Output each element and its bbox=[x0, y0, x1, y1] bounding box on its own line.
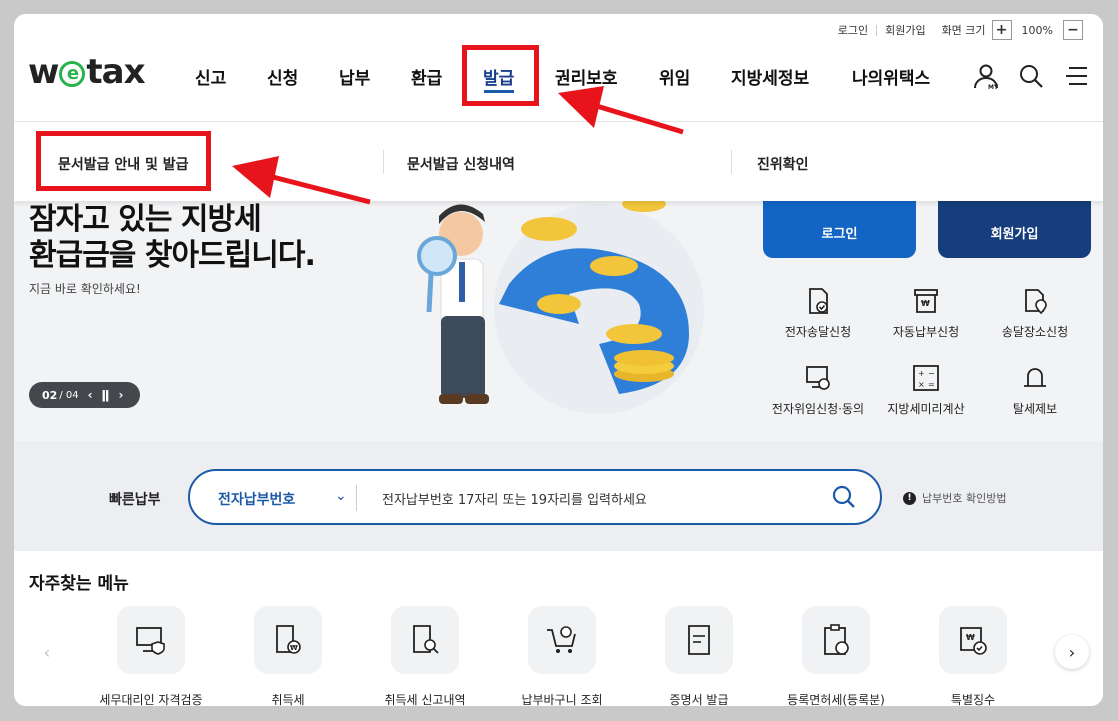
quick-pay-label: 빠른납부 bbox=[109, 492, 161, 508]
hero-subtitle: 지금 바로 확인하세요! bbox=[29, 282, 141, 296]
annotation-box-nav bbox=[462, 45, 539, 106]
quick-label: 송달장소신청 bbox=[1001, 325, 1069, 339]
nav-item-local-tax-info[interactable]: 지방세정보 bbox=[731, 64, 809, 89]
clipboard-won-icon bbox=[824, 624, 849, 655]
document-check-icon bbox=[809, 288, 828, 314]
quick-tax-evasion-report[interactable]: 탈세제보 bbox=[980, 364, 1090, 417]
quick-label: 자동납부신청 bbox=[892, 325, 960, 339]
login-button[interactable]: 로그인 bbox=[763, 201, 916, 258]
quick-label: 탈세제보 bbox=[1012, 402, 1058, 416]
help-text: 납부번호 확인방법 bbox=[922, 492, 1007, 505]
divider bbox=[356, 485, 357, 511]
zoom-label: 화면 크기 bbox=[941, 24, 986, 37]
next-slide-icon[interactable]: › bbox=[118, 388, 123, 402]
hero-title-line2: 환급금을 찾아드립니다. bbox=[29, 238, 316, 273]
nav-item-my-wetax[interactable]: 나의위택스 bbox=[852, 64, 930, 89]
fav-item[interactable]: 세무대리인 자격검증 bbox=[81, 606, 221, 706]
favorites-title: 자주찾는 메뉴 bbox=[29, 574, 129, 594]
submenu-issue-history[interactable]: 문서발급 신청내역 bbox=[407, 154, 515, 174]
fav-label: 납부바구니 조회 bbox=[521, 693, 603, 706]
favorites-prev-icon[interactable]: ‹ bbox=[30, 635, 64, 669]
info-icon: ! bbox=[903, 491, 916, 505]
search-icon[interactable] bbox=[1017, 62, 1045, 90]
util-login-link[interactable]: 로그인 bbox=[838, 22, 868, 38]
payment-number-input[interactable]: 전자납부번호 17자리 또는 19자리를 입력하세요 bbox=[382, 489, 647, 508]
location-doc-icon bbox=[1025, 289, 1047, 315]
fav-label: 특별징수 bbox=[950, 693, 996, 706]
calculator-icon: + −× = bbox=[913, 365, 939, 391]
search-icon[interactable] bbox=[832, 485, 856, 509]
cart-search-icon bbox=[547, 626, 576, 653]
zoom-value: 100% bbox=[1021, 23, 1053, 37]
nav-item-delegation[interactable]: 위임 bbox=[659, 64, 690, 89]
quick-delivery-address[interactable]: 송달장소신청 bbox=[980, 287, 1090, 340]
nav-item-payment[interactable]: 납부 bbox=[339, 64, 370, 89]
quick-label: 전자위임신청·동의 bbox=[771, 402, 865, 416]
payment-number-help-link[interactable]: ! 납부번호 확인방법 bbox=[903, 490, 1006, 506]
svg-text:−: − bbox=[928, 369, 935, 378]
chevron-down-icon[interactable]: ⌄ bbox=[335, 488, 347, 504]
svg-text:₩: ₩ bbox=[921, 299, 930, 308]
document-search-icon bbox=[413, 625, 439, 654]
quick-pay-search-box: 전자납부번호 ⌄ 전자납부번호 17자리 또는 19자리를 입력하세요 bbox=[188, 469, 882, 525]
nav-item-refund[interactable]: 환급 bbox=[411, 64, 442, 89]
pause-icon[interactable]: ǁ bbox=[102, 388, 110, 402]
divider bbox=[876, 24, 878, 36]
pager-current: 02 bbox=[42, 388, 58, 402]
quick-e-delegation[interactable]: 전자위임신청·동의 bbox=[763, 364, 873, 417]
fav-item[interactable]: 등록면허세(등록분) bbox=[766, 606, 906, 706]
certificate-icon bbox=[688, 625, 710, 655]
favorites-next-icon[interactable]: › bbox=[1055, 635, 1089, 669]
svg-text:₩: ₩ bbox=[966, 633, 975, 642]
fav-label: 등록면허세(등록분) bbox=[787, 693, 885, 706]
document-won-icon: ₩ bbox=[276, 625, 301, 654]
nav-item-apply[interactable]: 신청 bbox=[267, 64, 298, 89]
quick-auto-pay[interactable]: ₩ 자동납부신청 bbox=[871, 287, 981, 340]
fav-label: 취득세 bbox=[271, 693, 305, 706]
payment-type-select[interactable]: 전자납부번호 bbox=[218, 489, 295, 509]
browser-frame: 로그인 회원가입 화면 크기 + 100% − w e tax 신고 신청 납부 환… bbox=[14, 14, 1103, 706]
utility-bar: 로그인 회원가입 화면 크기 + 100% − bbox=[830, 20, 1089, 40]
wetax-logo[interactable]: w e tax bbox=[28, 52, 146, 92]
hamburger-menu-icon[interactable] bbox=[1063, 62, 1091, 90]
annotation-box-submenu bbox=[36, 131, 211, 191]
divider bbox=[731, 150, 732, 174]
svg-text:+: + bbox=[918, 369, 925, 378]
zoom-out-button[interactable]: − bbox=[1063, 20, 1083, 40]
quick-label: 지방세미리계산 bbox=[887, 402, 965, 416]
hero-illustration bbox=[417, 196, 704, 414]
pager-total: / 04 bbox=[59, 389, 79, 401]
svg-text:MY: MY bbox=[988, 84, 999, 90]
fav-item[interactable]: 증명서 발급 bbox=[629, 606, 769, 706]
won-document-check-icon: ₩ bbox=[960, 627, 987, 655]
fav-label: 증명서 발급 bbox=[669, 693, 729, 706]
svg-text:=: = bbox=[928, 380, 935, 389]
hero-pager: 02 / 04 ‹ ǁ › bbox=[29, 382, 140, 408]
util-signup-link[interactable]: 회원가입 bbox=[885, 22, 925, 38]
monitor-shield-icon bbox=[136, 627, 165, 655]
nav-item-report[interactable]: 신고 bbox=[195, 64, 226, 89]
fav-item[interactable]: 취득세 신고내역 bbox=[355, 606, 495, 706]
svg-text:×: × bbox=[918, 380, 925, 389]
fav-item[interactable]: ₩ 취득세 bbox=[218, 606, 358, 706]
alarm-bell-icon bbox=[1024, 368, 1046, 387]
monitor-clock-icon bbox=[806, 366, 830, 390]
fav-label: 취득세 신고내역 bbox=[384, 693, 466, 706]
signup-button[interactable]: 회원가입 bbox=[938, 201, 1091, 258]
auto-pay-box-icon: ₩ bbox=[914, 289, 938, 313]
site-header: 로그인 회원가입 화면 크기 + 100% − w e tax 신고 신청 납부 환… bbox=[14, 14, 1103, 121]
quick-label: 전자송달신청 bbox=[784, 325, 852, 339]
nav-item-rights[interactable]: 권리보호 bbox=[555, 64, 618, 89]
zoom-in-button[interactable]: + bbox=[991, 20, 1012, 40]
divider bbox=[383, 150, 384, 174]
fav-item[interactable]: 납부바구니 조회 bbox=[492, 606, 632, 706]
svg-text:₩: ₩ bbox=[290, 644, 298, 652]
fav-item[interactable]: ₩ 특별징수 bbox=[903, 606, 1043, 706]
fav-label: 세무대리인 자격검증 bbox=[99, 693, 203, 706]
quick-tax-calculator[interactable]: + − × = 지방세미리계산 bbox=[871, 364, 981, 417]
submenu-authenticity-check[interactable]: 진위확인 bbox=[757, 154, 809, 174]
my-page-icon[interactable]: MY bbox=[972, 62, 1000, 90]
quick-e-delivery[interactable]: 전자송달신청 bbox=[763, 287, 873, 340]
prev-slide-icon[interactable]: ‹ bbox=[88, 388, 93, 402]
